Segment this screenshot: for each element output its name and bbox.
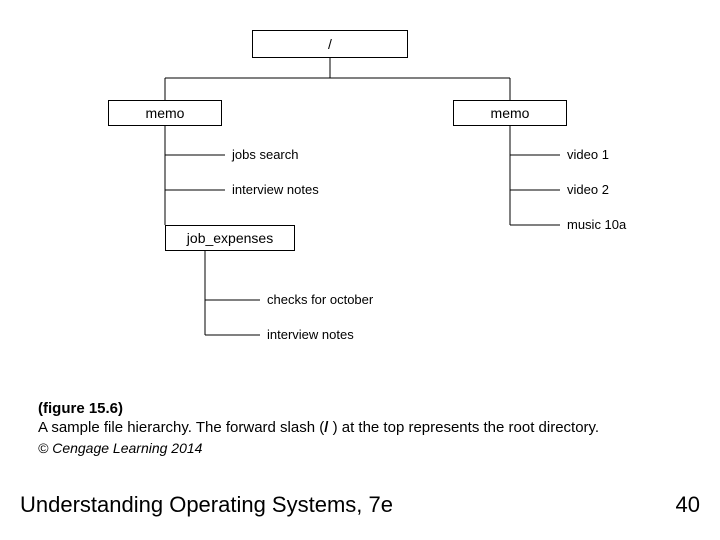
file-hierarchy-diagram: / memo memo jobs search interview notes … bbox=[0, 0, 720, 400]
job-expenses-node: job_expenses bbox=[165, 225, 295, 251]
leaf-checks-for-october: checks for october bbox=[267, 292, 373, 307]
caption-text: A sample file hierarchy. The forward sla… bbox=[38, 419, 682, 438]
book-title: Understanding Operating Systems, 7e bbox=[20, 492, 393, 518]
leaf-music-10a: music 10a bbox=[567, 217, 626, 232]
leaf-jobs-search: jobs search bbox=[232, 147, 298, 162]
page-number: 40 bbox=[676, 492, 700, 518]
figure-label: (figure 15.6) bbox=[38, 400, 123, 417]
leaf-video-1: video 1 bbox=[567, 147, 609, 162]
root-node: / bbox=[252, 30, 408, 58]
right-memo-node: memo bbox=[453, 100, 567, 126]
caption-post: ) at the top represents the root directo… bbox=[328, 419, 599, 436]
leaf-interview-notes-1: interview notes bbox=[232, 182, 319, 197]
page-footer: Understanding Operating Systems, 7e 40 bbox=[20, 492, 700, 518]
leaf-interview-notes-2: interview notes bbox=[267, 327, 354, 342]
connector-lines bbox=[0, 0, 720, 400]
caption-pre: A sample file hierarchy. The forward sla… bbox=[38, 419, 324, 436]
figure-caption: (figure 15.6) A sample file hierarchy. T… bbox=[38, 400, 682, 457]
left-memo-node: memo bbox=[108, 100, 222, 126]
copyright-line: © Cengage Learning 2014 bbox=[38, 440, 682, 458]
leaf-video-2: video 2 bbox=[567, 182, 609, 197]
